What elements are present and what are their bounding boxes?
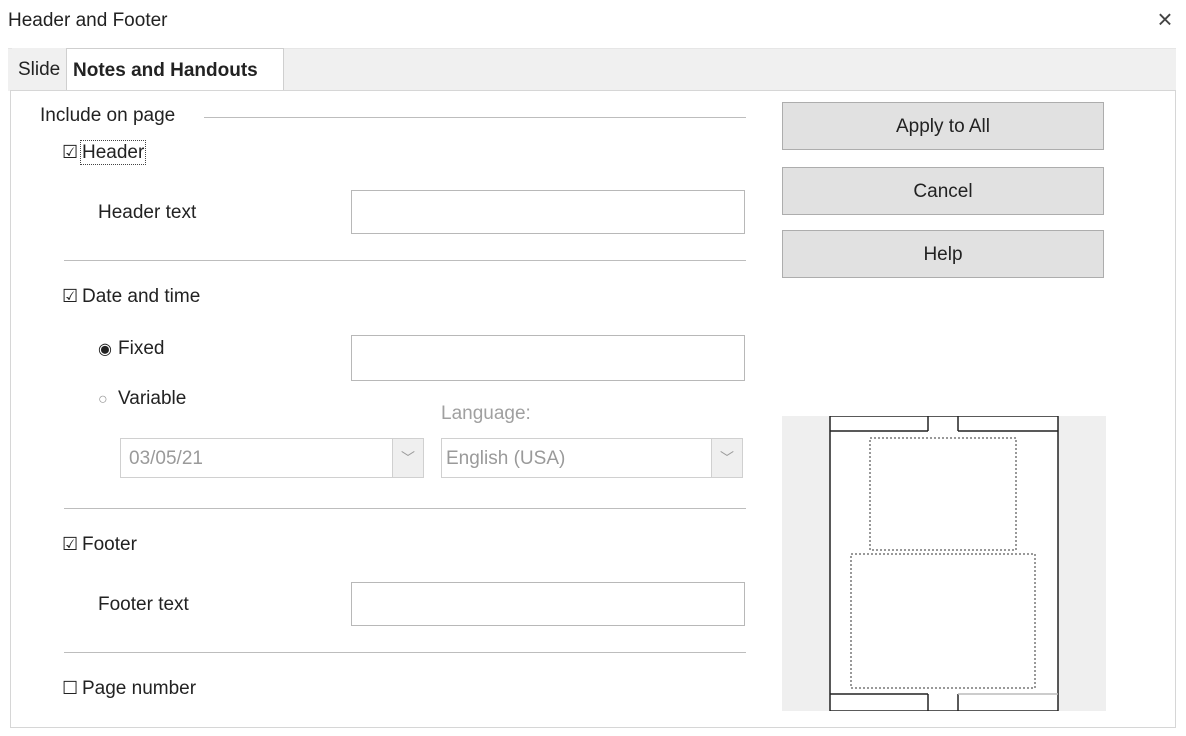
header-text-input[interactable] <box>351 190 745 234</box>
fixed-radio[interactable]: ◉ Fixed <box>98 338 164 360</box>
date-time-checkbox[interactable]: ☑ Date and time <box>62 286 200 308</box>
apply-to-all-button[interactable]: Apply to All <box>782 102 1104 150</box>
header-checkbox-label: Header <box>79 140 147 165</box>
chevron-down-icon: ﹀ <box>711 439 742 477</box>
section-title: Include on page <box>40 105 176 126</box>
footer-checkbox-label: Footer <box>82 534 137 555</box>
footer-text-label: Footer text <box>98 594 189 615</box>
footer-checkbox[interactable]: ☑ Footer <box>62 534 137 556</box>
header-text-label: Header text <box>98 202 197 223</box>
footer-text-input[interactable] <box>351 582 745 626</box>
header-checkbox[interactable]: ☑ Header <box>62 140 147 165</box>
checkbox-checked-icon: ☑ <box>62 534 79 554</box>
date-format-select[interactable]: 03/05/21 ﹀ <box>120 438 424 478</box>
dialog-title: Header and Footer <box>8 10 168 31</box>
cancel-button[interactable]: Cancel <box>782 167 1104 215</box>
variable-radio-label: Variable <box>118 388 187 409</box>
page-preview <box>782 415 1106 712</box>
checkbox-unchecked-icon: ☐ <box>62 678 79 698</box>
tab-slide[interactable]: Slide <box>12 48 67 88</box>
separator <box>64 260 746 261</box>
radio-selected-icon: ◉ <box>98 341 112 358</box>
checkbox-checked-icon: ☑ <box>62 286 79 306</box>
handout-preview-graphic <box>829 415 1059 712</box>
fixed-date-input[interactable] <box>351 335 745 381</box>
page-number-checkbox[interactable]: ☐ Page number <box>62 678 196 700</box>
date-time-checkbox-label: Date and time <box>82 286 201 307</box>
separator <box>64 652 746 653</box>
variable-radio[interactable]: ○ Variable <box>98 388 186 410</box>
page-number-checkbox-label: Page number <box>82 678 197 699</box>
separator <box>64 508 746 509</box>
chevron-down-icon: ﹀ <box>392 439 423 477</box>
date-format-value: 03/05/21 <box>129 448 203 469</box>
language-value: English (USA) <box>446 448 566 469</box>
radio-unselected-icon: ○ <box>98 391 108 408</box>
tab-notes-and-handouts[interactable]: Notes and Handouts <box>66 48 284 92</box>
checkbox-checked-icon: ☑ <box>62 142 79 162</box>
help-button[interactable]: Help <box>782 230 1104 278</box>
language-label: Language: <box>441 403 531 424</box>
language-select[interactable]: English (USA) ﹀ <box>441 438 743 478</box>
section-separator <box>204 117 746 118</box>
fixed-radio-label: Fixed <box>118 338 165 359</box>
close-icon[interactable]: × <box>1152 6 1178 32</box>
